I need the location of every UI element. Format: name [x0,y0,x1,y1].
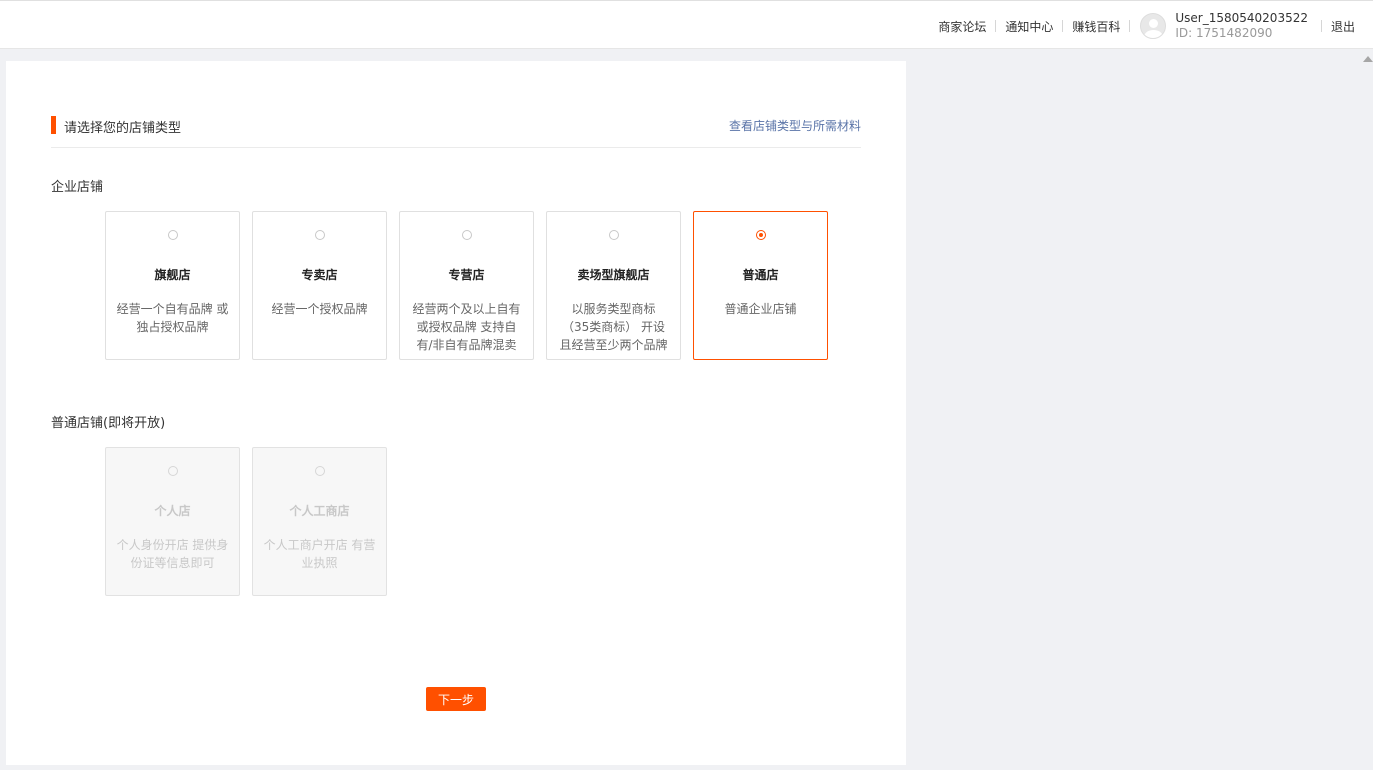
avatar-head-shape [1149,19,1159,28]
logout-link[interactable]: 退出 [1331,18,1355,35]
card-description: 经营两个及以上自有或授权品牌 支持自有/非自有品牌混卖 [412,302,521,352]
card-title: 专营店 [448,268,485,282]
store-card-mall-flagship[interactable]: 卖场型旗舰店 以服务类型商标 （35类商标） 开设且经营至少两个品牌 [546,211,681,360]
card-title: 普通店 [742,268,779,282]
page-title: 请选择您的店铺类型 [64,121,182,136]
card-description: 以服务类型商标 （35类商标） 开设且经营至少两个品牌 [559,302,668,352]
nav-divider [1320,20,1322,32]
user-avatar-icon[interactable] [1140,13,1167,39]
notification-center-link[interactable]: 通知中心 [1005,18,1053,35]
card-description: 经营一个授权品牌 [271,302,368,316]
store-card-personal: 个人店 个人身份开店 提供身份证等信息即可 [105,447,240,596]
card-title: 旗舰店 [154,268,191,282]
radio-icon[interactable] [756,230,766,240]
nav-divider [1129,20,1131,32]
avatar-body-shape [1144,30,1164,38]
top-bar: 商家论坛 通知中心 赚钱百科 User_1580540203522 ID: 17… [0,0,1373,49]
store-type-panel: 请选择您的店铺类型 查看店铺类型与所需材料 企业店铺 旗舰店 经营一个自有品牌 … [6,61,906,765]
store-type-materials-link[interactable]: 查看店铺类型与所需材料 [729,117,861,134]
top-nav: 商家论坛 通知中心 赚钱百科 User_1580540203522 ID: 17… [938,11,1355,41]
nav-divider [1062,20,1064,32]
section-title-enterprise: 企业店铺 [51,180,104,195]
radio-icon[interactable] [168,230,178,240]
radio-icon[interactable] [462,230,472,240]
user-name: User_1580540203522 [1175,11,1308,25]
store-card-flagship[interactable]: 旗舰店 经营一个自有品牌 或独占授权品牌 [105,211,240,360]
card-description: 个人工商户开店 有营业执照 [263,538,376,570]
title-accent-bar [51,116,56,134]
radio-icon [315,466,325,476]
store-card-regular[interactable]: 普通店 普通企业店铺 [693,211,828,360]
radio-icon[interactable] [609,230,619,240]
section-title-personal: 普通店铺(即将开放) [51,416,166,431]
card-description: 普通企业店铺 [724,302,797,316]
card-description: 个人身份开店 提供身份证等信息即可 [116,538,229,570]
store-card-specialty[interactable]: 专营店 经营两个及以上自有或授权品牌 支持自有/非自有品牌混卖 [399,211,534,360]
earning-wiki-link[interactable]: 赚钱百科 [1072,18,1120,35]
user-id: ID: 1751482090 [1175,26,1273,40]
page-header: 请选择您的店铺类型 查看店铺类型与所需材料 [51,116,861,148]
nav-divider [995,20,997,32]
store-card-individual-business: 个人工商店 个人工商户开店 有营业执照 [252,447,387,596]
user-info[interactable]: User_1580540203522 ID: 1751482090 [1175,11,1308,41]
card-title: 个人店 [154,504,191,518]
card-description: 经营一个自有品牌 或独占授权品牌 [116,302,229,334]
store-card-exclusive[interactable]: 专卖店 经营一个授权品牌 [252,211,387,360]
next-step-button[interactable]: 下一步 [426,687,486,711]
radio-icon [168,466,178,476]
card-title: 专卖店 [301,268,338,282]
card-title: 卖场型旗舰店 [577,268,650,282]
card-title: 个人工商店 [289,504,350,518]
scroll-up-arrow-icon[interactable] [1363,56,1373,62]
merchant-forum-link[interactable]: 商家论坛 [938,18,986,35]
radio-icon[interactable] [315,230,325,240]
